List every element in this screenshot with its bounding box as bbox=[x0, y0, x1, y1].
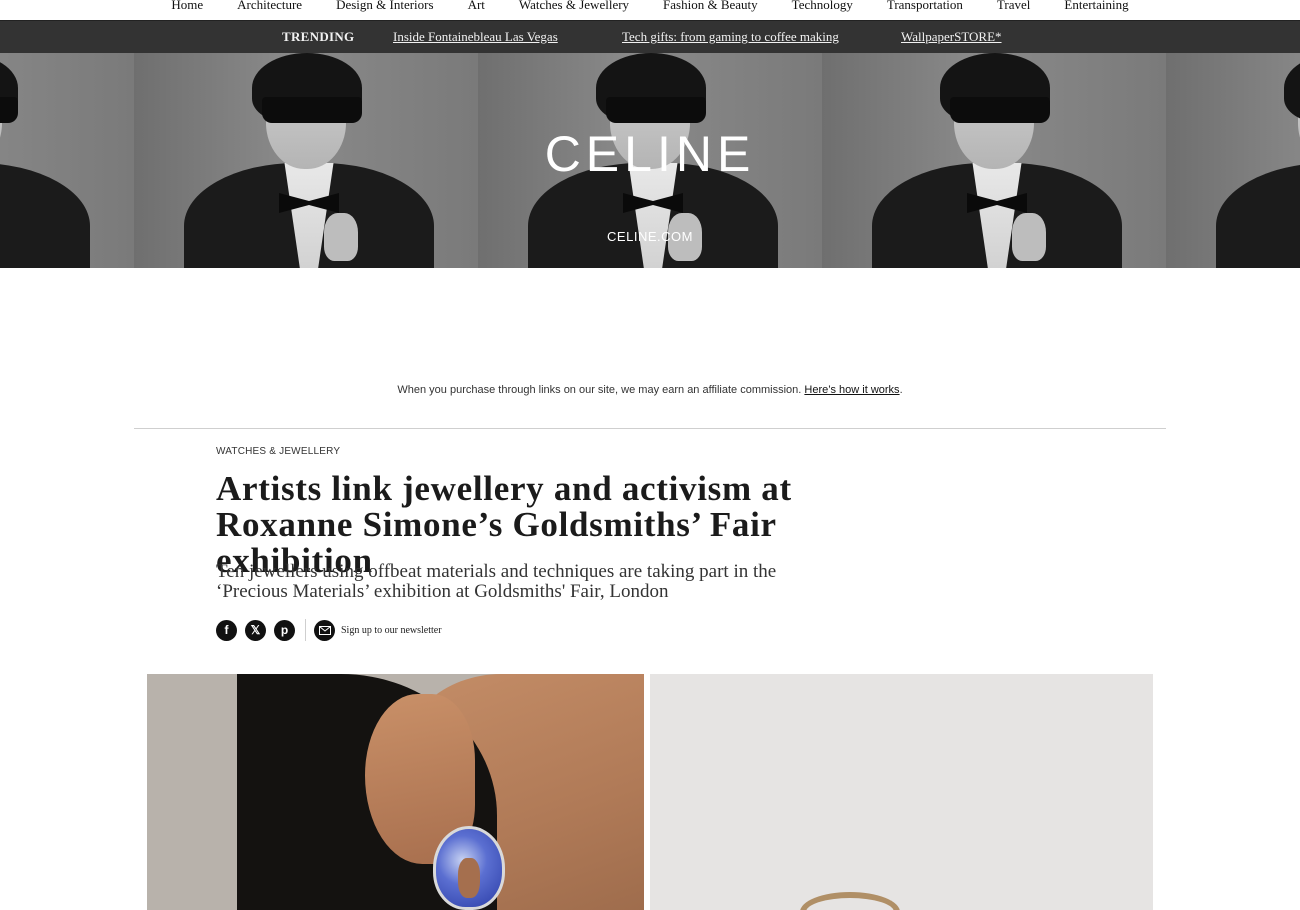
newsletter-signup-link[interactable]: Sign up to our newsletter bbox=[341, 625, 442, 636]
nav-item-fashion-beauty[interactable]: Fashion & Beauty bbox=[646, 0, 775, 11]
earring-cutout bbox=[458, 858, 480, 898]
gold-ring bbox=[800, 892, 900, 910]
affiliate-period: . bbox=[899, 384, 903, 396]
nav-item-watches-jewellery[interactable]: Watches & Jewellery bbox=[502, 0, 646, 11]
trending-link-fontainebleau[interactable]: Inside Fontainebleau Las Vegas bbox=[393, 29, 558, 45]
nav-item-design-interiors[interactable]: Design & Interiors bbox=[319, 0, 450, 11]
nav-item-architecture[interactable]: Architecture bbox=[220, 0, 319, 11]
affiliate-text: When you purchase through links on our s… bbox=[397, 384, 802, 396]
nav-item-transportation[interactable]: Transportation bbox=[870, 0, 980, 11]
trending-bar: TRENDING Inside Fontainebleau Las Vegas … bbox=[0, 20, 1300, 53]
facebook-share-icon[interactable]: f bbox=[216, 619, 237, 641]
article-category[interactable]: WATCHES & JEWELLERY bbox=[216, 446, 340, 457]
share-bar: f 𝕏 p Sign up to our newsletter bbox=[216, 619, 442, 641]
pinterest-share-icon[interactable]: p bbox=[274, 619, 295, 641]
nav-item-entertaining[interactable]: Entertaining bbox=[1047, 0, 1145, 11]
nav-item-home[interactable]: Home bbox=[154, 0, 220, 11]
celine-url-link[interactable]: CELINE.COM bbox=[0, 229, 1300, 244]
hero-image-ring bbox=[650, 674, 1153, 910]
nav-item-travel[interactable]: Travel bbox=[980, 0, 1047, 11]
trending-link-tech-gifts[interactable]: Tech gifts: from gaming to coffee making bbox=[622, 29, 839, 45]
hero-image-earring bbox=[147, 674, 644, 910]
envelope-icon-svg bbox=[318, 625, 331, 635]
section-divider bbox=[134, 428, 1166, 429]
trending-label: TRENDING bbox=[282, 29, 355, 44]
main-nav-list: Home Architecture Design & Interiors Art… bbox=[0, 0, 1300, 20]
trending-link-wallpaperstore[interactable]: WallpaperSTORE* bbox=[901, 29, 1002, 45]
celine-ad-banner[interactable]: CELINE CELINE.COM bbox=[0, 53, 1300, 268]
affiliate-how-it-works-link[interactable]: Here’s how it works bbox=[804, 384, 899, 396]
celine-logo: CELINE bbox=[544, 126, 756, 182]
x-share-icon[interactable]: 𝕏 bbox=[245, 619, 266, 641]
share-separator bbox=[305, 619, 306, 641]
envelope-icon[interactable] bbox=[314, 619, 335, 641]
nav-item-art[interactable]: Art bbox=[451, 0, 502, 11]
nav-item-technology[interactable]: Technology bbox=[775, 0, 870, 11]
affiliate-disclosure: When you purchase through links on our s… bbox=[0, 384, 1300, 396]
article-dek: Ten jewellers using offbeat materials an… bbox=[216, 561, 777, 602]
main-nav: Home Architecture Design & Interiors Art… bbox=[0, 0, 1300, 20]
